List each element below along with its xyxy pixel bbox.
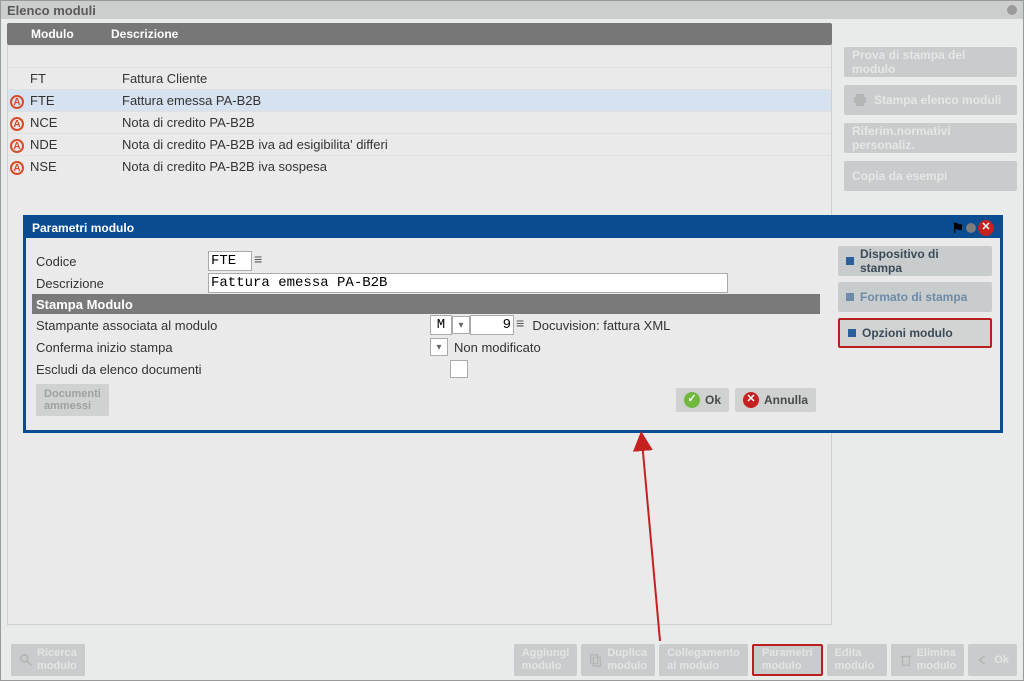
copia-esempi-button[interactable]: Copia da esempi — [844, 161, 1017, 191]
codice-input[interactable] — [208, 251, 252, 271]
bottom-toolbar: Ricerca modulo Aggiungi modulo Duplica m… — [1, 640, 1023, 680]
table-row[interactable] — [8, 45, 831, 67]
printer-type-input[interactable] — [430, 315, 452, 335]
dialog-titlebar: Parametri modulo ⚑ ✕ — [26, 218, 1000, 238]
aggiungi-modulo-button[interactable]: Aggiungi modulo — [514, 644, 578, 676]
table-row[interactable]: A FTE Fattura emessa PA-B2B — [8, 89, 831, 111]
printer-icon — [852, 92, 868, 108]
window-titlebar: Elenco moduli — [1, 1, 1023, 19]
cell-desc: Nota di credito PA-B2B — [118, 115, 831, 130]
cell-code: NDE — [26, 137, 118, 152]
pin-icon[interactable]: ⚑ — [951, 220, 964, 237]
lookup-icon[interactable]: ≡ — [252, 253, 264, 269]
list-header: Modulo Descrizione — [7, 23, 832, 45]
edita-modulo-button[interactable]: Edita modulo — [827, 644, 887, 676]
lookup-icon[interactable]: ≡ — [514, 317, 526, 333]
conferma-label: Conferma inizio stampa — [32, 340, 430, 355]
cell-code: FT — [26, 71, 118, 86]
tab-dispositivo-stampa[interactable]: Dispositivo di stampa — [838, 246, 992, 276]
parametri-modulo-dialog: Parametri modulo ⚑ ✕ Codice ≡ Descrizion… — [23, 215, 1003, 433]
stampante-label: Stampante associata al modulo — [32, 318, 430, 333]
dialog-tabs: Dispositivo di stampa Formato di stampa … — [830, 238, 1000, 430]
cell-desc: Nota di credito PA-B2B iva ad esigibilit… — [118, 137, 831, 152]
codice-label: Codice — [32, 254, 208, 269]
dialog-ok-button[interactable]: ✓ Ok — [676, 388, 729, 412]
chevron-down-icon[interactable]: ▾ — [430, 338, 448, 356]
ok-button[interactable]: Ok — [968, 644, 1017, 676]
at-badge-icon: A — [10, 117, 24, 131]
cell-code: NSE — [26, 159, 118, 174]
dialog-title: Parametri modulo — [32, 221, 134, 235]
table-row[interactable]: A NDE Nota di credito PA-B2B iva ad esig… — [8, 133, 831, 155]
elimina-modulo-button[interactable]: Elimina modulo — [891, 644, 965, 676]
at-badge-icon: A — [10, 161, 24, 175]
cancel-icon: ✕ — [743, 392, 759, 408]
trash-icon — [899, 653, 913, 667]
table-row[interactable]: FT Fattura Cliente — [8, 67, 831, 89]
duplicate-icon — [589, 653, 603, 667]
at-badge-icon: A — [10, 95, 24, 109]
stampa-elenco-button[interactable]: Stampa elenco moduli — [844, 85, 1017, 115]
tab-formato-stampa[interactable]: Formato di stampa — [838, 282, 992, 312]
dialog-form: Codice ≡ Descrizione Stampa Modulo Stamp… — [26, 238, 830, 430]
escludi-label: Escludi da elenco documenti — [32, 362, 450, 377]
riferim-normativi-button[interactable]: Riferim.normativi personaliz. — [844, 123, 1017, 153]
descrizione-label: Descrizione — [32, 276, 208, 291]
dialog-annulla-button[interactable]: ✕ Annulla — [735, 388, 816, 412]
window-status-dot — [1007, 5, 1017, 15]
cell-desc: Nota di credito PA-B2B iva sospesa — [118, 159, 831, 174]
col-descrizione: Descrizione — [107, 27, 832, 41]
collegamento-modulo-button[interactable]: Collegamento al modulo — [659, 644, 748, 676]
cell-desc: Fattura emessa PA-B2B — [118, 93, 831, 108]
escludi-checkbox[interactable] — [450, 360, 468, 378]
printer-num-input[interactable] — [470, 315, 514, 335]
chevron-down-icon[interactable]: ▾ — [452, 316, 470, 334]
documenti-ammessi-button[interactable]: Documenti ammessi — [36, 384, 109, 416]
search-icon — [19, 653, 33, 667]
table-row[interactable]: A NSE Nota di credito PA-B2B iva sospesa — [8, 155, 831, 177]
app-window: Elenco moduli Modulo Descrizione FT Fatt… — [0, 0, 1024, 681]
dialog-status-dot — [966, 223, 976, 233]
conferma-value: Non modificato — [448, 340, 541, 355]
descrizione-input[interactable] — [208, 273, 728, 293]
duplica-modulo-button[interactable]: Duplica modulo — [581, 644, 655, 676]
prova-stampa-button[interactable]: Prova di stampa del modulo — [844, 47, 1017, 77]
close-icon[interactable]: ✕ — [978, 220, 994, 236]
printer-desc: Docuvision: fattura XML — [526, 318, 670, 333]
cell-code: FTE — [26, 93, 118, 108]
cell-code: NCE — [26, 115, 118, 130]
ricerca-modulo-button[interactable]: Ricerca modulo — [11, 644, 85, 676]
check-icon: ✓ — [684, 392, 700, 408]
parametri-modulo-button[interactable]: Parametri modulo — [752, 644, 823, 676]
col-modulo: Modulo — [7, 27, 107, 41]
window-title: Elenco moduli — [7, 3, 96, 18]
back-arrow-icon — [976, 653, 990, 667]
stampa-modulo-section: Stampa Modulo — [32, 297, 133, 312]
at-badge-icon: A — [10, 139, 24, 153]
cell-desc: Fattura Cliente — [118, 71, 831, 86]
tab-opzioni-modulo[interactable]: Opzioni modulo — [838, 318, 992, 348]
table-row[interactable]: A NCE Nota di credito PA-B2B — [8, 111, 831, 133]
